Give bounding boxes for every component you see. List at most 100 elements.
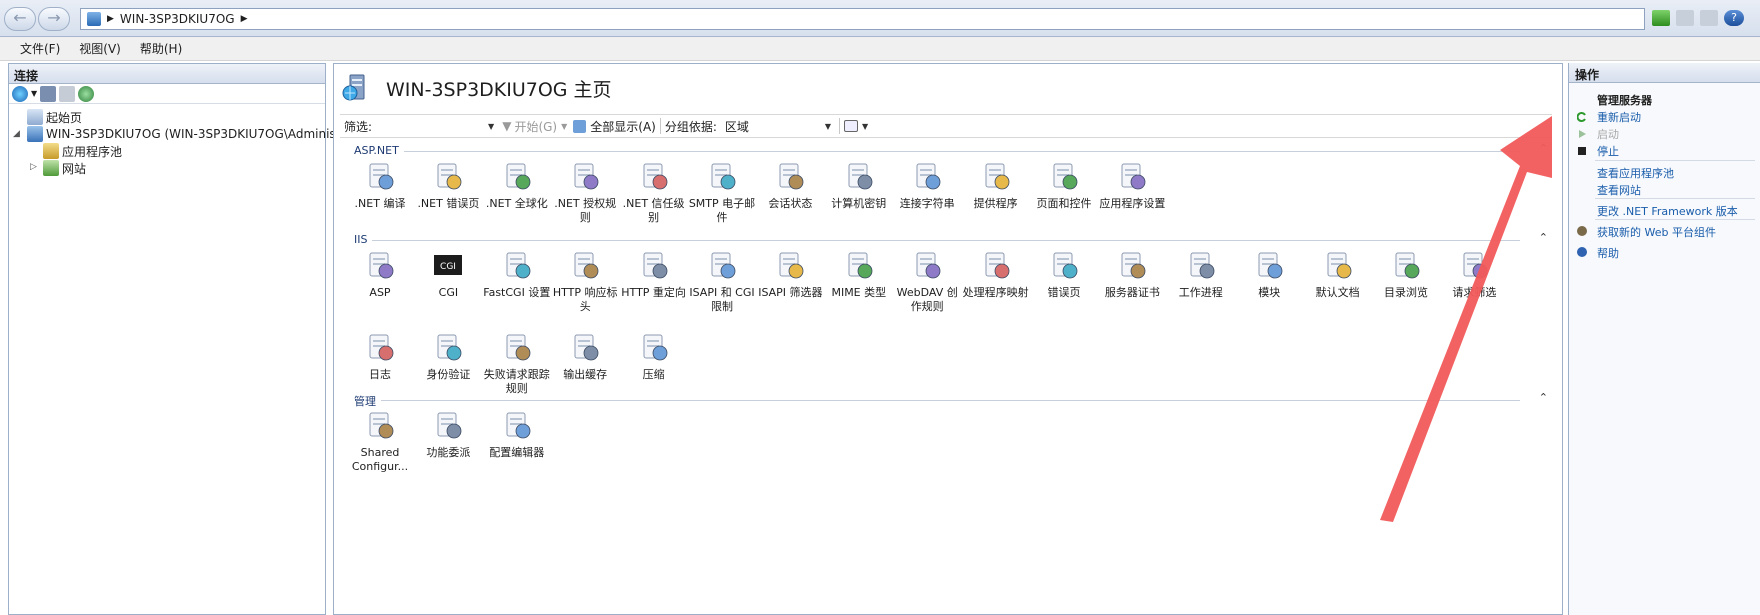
- feature-label: Shared Configur...: [351, 446, 409, 473]
- start-link[interactable]: 启动: [1597, 126, 1619, 142]
- feature-item[interactable]: 身份验证: [414, 331, 482, 382]
- address-bar: ← → ▶ WIN-3SP3DKIU7OG ▶ ?: [0, 0, 1760, 37]
- group-by-select[interactable]: 区域: [725, 118, 821, 135]
- app-settings-icon: [1116, 160, 1148, 192]
- menu-view[interactable]: 视图(V): [79, 40, 121, 57]
- collapse-arrow-icon[interactable]: ▷: [30, 162, 37, 172]
- feature-item[interactable]: 提供程序: [962, 160, 1030, 211]
- feature-label: 处理程序映射: [962, 286, 1029, 299]
- separator: [1595, 160, 1755, 161]
- feature-item[interactable]: 处理程序映射: [962, 249, 1030, 300]
- up-folder-icon[interactable]: [59, 85, 76, 102]
- feature-item[interactable]: ASP: [346, 249, 414, 300]
- filter-dropdown-icon[interactable]: ▼: [488, 122, 494, 131]
- view-app-pools-link[interactable]: 查看应用程序池: [1597, 165, 1674, 181]
- connect-globe-icon[interactable]: [12, 85, 28, 102]
- feature-item[interactable]: 服务器证书: [1098, 249, 1166, 300]
- menu-file[interactable]: 文件(F): [20, 40, 60, 57]
- feature-item[interactable]: 工作进程: [1167, 249, 1235, 300]
- refresh-status-icon[interactable]: [1652, 10, 1670, 26]
- net-authorization-icon: [569, 160, 601, 192]
- feature-item[interactable]: MIME 类型: [825, 249, 893, 300]
- feature-item[interactable]: 配置编辑器: [483, 409, 551, 460]
- collapse-section-icon[interactable]: ⌃: [1539, 231, 1548, 244]
- tree-item-server[interactable]: WIN-3SP3DKIU7OG (WIN-3SP3DKIU7OG\Adminis…: [27, 125, 353, 143]
- feature-item[interactable]: 日志: [346, 331, 414, 382]
- group-dropdown-icon[interactable]: ▼: [825, 122, 831, 131]
- change-framework-link[interactable]: 更改 .NET Framework 版本: [1597, 203, 1738, 219]
- page-title: WIN-3SP3DKIU7OG 主页: [386, 79, 612, 101]
- feature-item[interactable]: .NET 编译: [346, 160, 414, 211]
- connections-toolbar: ▼: [9, 84, 325, 104]
- feature-item[interactable]: WebDAV 创作规则: [893, 249, 961, 314]
- menu-bar: 文件(F) 视图(V) 帮助(H): [0, 37, 1760, 61]
- feature-item[interactable]: 连接字符串: [893, 160, 961, 211]
- request-filtering-icon: [1458, 249, 1490, 281]
- feature-label: ISAPI 筛选器: [758, 286, 823, 299]
- feature-item[interactable]: SMTP 电子邮件: [688, 160, 756, 225]
- machine-key-icon: [843, 160, 875, 192]
- feature-item[interactable]: 压缩: [620, 331, 688, 382]
- collapse-section-icon[interactable]: ⌃: [1539, 142, 1548, 155]
- feature-item[interactable]: 模块: [1235, 249, 1303, 300]
- restart-link[interactable]: 重新启动: [1597, 109, 1641, 125]
- server-icon: [27, 126, 43, 142]
- tree-item-app-pools[interactable]: 应用程序池: [43, 142, 122, 160]
- feature-item[interactable]: 页面和控件: [1030, 160, 1098, 211]
- view-mode-icon[interactable]: [844, 120, 859, 132]
- save-icon[interactable]: [40, 85, 57, 102]
- feature-label: 请求筛选: [1452, 286, 1497, 299]
- view-sites-link[interactable]: 查看网站: [1597, 182, 1641, 198]
- feature-item[interactable]: 失败请求跟踪规则: [483, 331, 551, 396]
- feature-item[interactable]: .NET 全球化: [483, 160, 551, 211]
- feature-item[interactable]: Shared Configur...: [346, 409, 414, 474]
- feature-item[interactable]: 计算机密钥: [825, 160, 893, 211]
- feature-item[interactable]: .NET 信任级别: [620, 160, 688, 225]
- stop-link[interactable]: 停止: [1597, 143, 1619, 159]
- feature-item[interactable]: .NET 授权规则: [551, 160, 619, 225]
- show-all-button[interactable]: 全部显示(A): [590, 118, 656, 135]
- feature-item[interactable]: ISAPI 和 CGI 限制: [688, 249, 756, 314]
- collapse-section-icon[interactable]: ⌃: [1539, 391, 1548, 404]
- breadcrumb-chevron-icon: ▶: [240, 14, 248, 24]
- feature-item[interactable]: 功能委派: [414, 409, 482, 460]
- feature-item[interactable]: 目录浏览: [1372, 249, 1440, 300]
- feature-item[interactable]: 请求筛选: [1440, 249, 1508, 300]
- home-icon[interactable]: [1700, 10, 1718, 26]
- go-button[interactable]: 开始(G): [514, 118, 557, 135]
- get-components-link[interactable]: 获取新的 Web 平台组件: [1597, 224, 1716, 240]
- forward-button[interactable]: →: [38, 7, 70, 31]
- expand-arrow-icon[interactable]: ◢: [13, 129, 20, 139]
- menu-help[interactable]: 帮助(H): [140, 40, 182, 57]
- feature-label: 服务器证书: [1104, 286, 1160, 299]
- dropdown-arrow-icon[interactable]: ▼: [31, 89, 37, 98]
- feature-delegation-icon: [432, 409, 464, 441]
- connection-globe-icon[interactable]: [78, 85, 95, 102]
- feature-item[interactable]: 会话状态: [756, 160, 824, 211]
- feature-item[interactable]: HTTP 重定向: [620, 249, 688, 300]
- feature-item[interactable]: HTTP 响应标头: [551, 249, 619, 314]
- feature-item[interactable]: 错误页: [1030, 249, 1098, 300]
- go-dropdown-icon[interactable]: ▼: [561, 122, 567, 131]
- tree-item-start-page[interactable]: 起始页: [27, 108, 82, 126]
- tree-item-sites[interactable]: 网站: [43, 159, 86, 177]
- feature-item[interactable]: ISAPI 筛选器: [756, 249, 824, 300]
- feature-item[interactable]: 应用程序设置: [1098, 160, 1166, 211]
- filter-input[interactable]: [374, 117, 485, 135]
- feature-item[interactable]: .NET 错误页: [414, 160, 482, 211]
- feature-item[interactable]: CGI CGI: [414, 249, 482, 300]
- view-dropdown-icon[interactable]: ▼: [862, 122, 868, 131]
- filter-label: 筛选:: [344, 119, 373, 134]
- help-icon[interactable]: ?: [1724, 10, 1744, 26]
- feature-item[interactable]: 默认文档: [1304, 249, 1372, 300]
- restart-icon: [1576, 111, 1587, 122]
- asp-icon: [364, 249, 396, 281]
- feature-item[interactable]: 输出缓存: [551, 331, 619, 382]
- breadcrumb-server[interactable]: WIN-3SP3DKIU7OG: [120, 12, 235, 26]
- connections-panel: 连接 ▼ 起始页 ◢ WIN-3SP3DKIU7OG (WIN-3SP3DKIU…: [8, 63, 353, 615]
- address-field[interactable]: ▶ WIN-3SP3DKIU7OG ▶: [80, 8, 1645, 30]
- stop-icon[interactable]: [1676, 10, 1694, 26]
- back-button[interactable]: ←: [4, 7, 36, 31]
- feature-item[interactable]: FastCGI 设置: [483, 249, 551, 300]
- help-link[interactable]: 帮助: [1597, 245, 1619, 261]
